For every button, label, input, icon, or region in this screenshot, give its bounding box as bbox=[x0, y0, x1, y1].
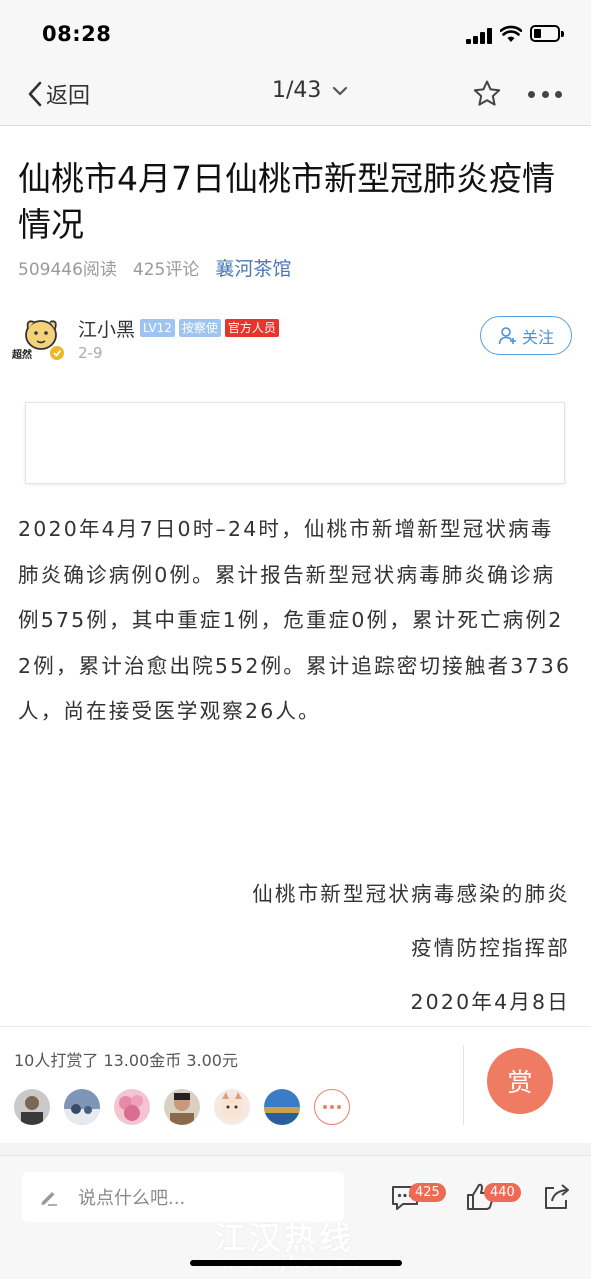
reward-user-avatar[interactable] bbox=[264, 1089, 300, 1125]
cellular-signal-icon bbox=[466, 28, 492, 44]
add-user-icon bbox=[498, 326, 516, 344]
page-selector[interactable]: 1/43 bbox=[272, 78, 353, 103]
status-bar: 08:28 bbox=[0, 0, 591, 62]
battery-icon bbox=[530, 25, 560, 42]
reward-user-avatar[interactable] bbox=[14, 1089, 50, 1125]
chevron-down-icon bbox=[333, 86, 348, 95]
chevron-left-icon bbox=[28, 81, 42, 107]
wifi-icon bbox=[500, 25, 522, 42]
pen-icon bbox=[41, 1192, 57, 1206]
favorite-star-icon[interactable] bbox=[472, 79, 502, 109]
back-label: 返回 bbox=[46, 84, 91, 109]
reward-separator bbox=[463, 1045, 464, 1125]
section-separator bbox=[0, 1143, 591, 1155]
like-count-badge: 440 bbox=[484, 1183, 521, 1202]
reward-button-label: 赏 bbox=[507, 1068, 533, 1097]
comment-count-badge: 425 bbox=[409, 1183, 446, 1202]
signature-line-2: 疫情防控指挥部 bbox=[411, 936, 570, 960]
follow-label: 关注 bbox=[521, 327, 554, 347]
read-count: 509446阅读 bbox=[18, 260, 117, 280]
battery-tip bbox=[561, 31, 564, 37]
divider bbox=[0, 1026, 591, 1027]
more-options-icon[interactable] bbox=[528, 91, 562, 99]
post-date: 2-9 bbox=[78, 344, 103, 362]
article-body: 2020年4月7日0时–24时，仙桃市新增新型冠状病毒肺炎确诊病例0例。累计报告… bbox=[18, 517, 572, 723]
level-badge: LV12 bbox=[140, 319, 175, 337]
follow-button[interactable]: 关注 bbox=[480, 316, 572, 355]
bottom-toolbar: 说点什么吧... 425 440 江汉热线 www.jhrx.cn bbox=[0, 1155, 591, 1279]
official-badge: 官方人员 bbox=[224, 319, 279, 337]
reward-avatar-list bbox=[14, 1089, 350, 1125]
author-name[interactable]: 江小黑 bbox=[78, 315, 135, 342]
reward-user-avatar[interactable] bbox=[64, 1089, 100, 1125]
navigation-bar: 返回 1/43 bbox=[0, 62, 591, 126]
comment-placeholder: 说点什么吧... bbox=[78, 1188, 186, 1209]
article-meta: 509446阅读 425评论 襄河茶馆 bbox=[18, 254, 291, 281]
reward-button[interactable]: 赏 bbox=[487, 1048, 553, 1114]
reward-summary: 10人打赏了 13.00金币 3.00元 bbox=[14, 1051, 238, 1070]
author-badges: LV12 按察使 官方人员 bbox=[140, 319, 279, 337]
status-time: 08:28 bbox=[42, 22, 112, 46]
more-rewarders-icon[interactable] bbox=[314, 1089, 350, 1125]
reward-user-avatar[interactable] bbox=[164, 1089, 200, 1125]
comment-count-text: 425评论 bbox=[132, 260, 200, 280]
avatar-caption: 超然 bbox=[12, 350, 32, 361]
signature-line-1: 仙桃市新型冠状病毒感染的肺炎 bbox=[252, 882, 570, 906]
ad-placeholder bbox=[25, 402, 565, 484]
signature-date: 2020年4月8日 bbox=[410, 990, 570, 1014]
back-button[interactable]: 返回 bbox=[26, 78, 90, 110]
reward-user-avatar[interactable] bbox=[114, 1089, 150, 1125]
page-indicator: 1/43 bbox=[272, 78, 322, 103]
home-indicator[interactable] bbox=[190, 1260, 402, 1266]
channel-link[interactable]: 襄河茶馆 bbox=[215, 254, 291, 281]
share-icon[interactable] bbox=[540, 1180, 574, 1214]
reward-user-avatar[interactable] bbox=[214, 1089, 250, 1125]
article-title: 仙桃市4月7日仙桃市新型冠肺炎疫情情况 bbox=[18, 159, 555, 244]
role-badge: 按察使 bbox=[178, 319, 221, 337]
